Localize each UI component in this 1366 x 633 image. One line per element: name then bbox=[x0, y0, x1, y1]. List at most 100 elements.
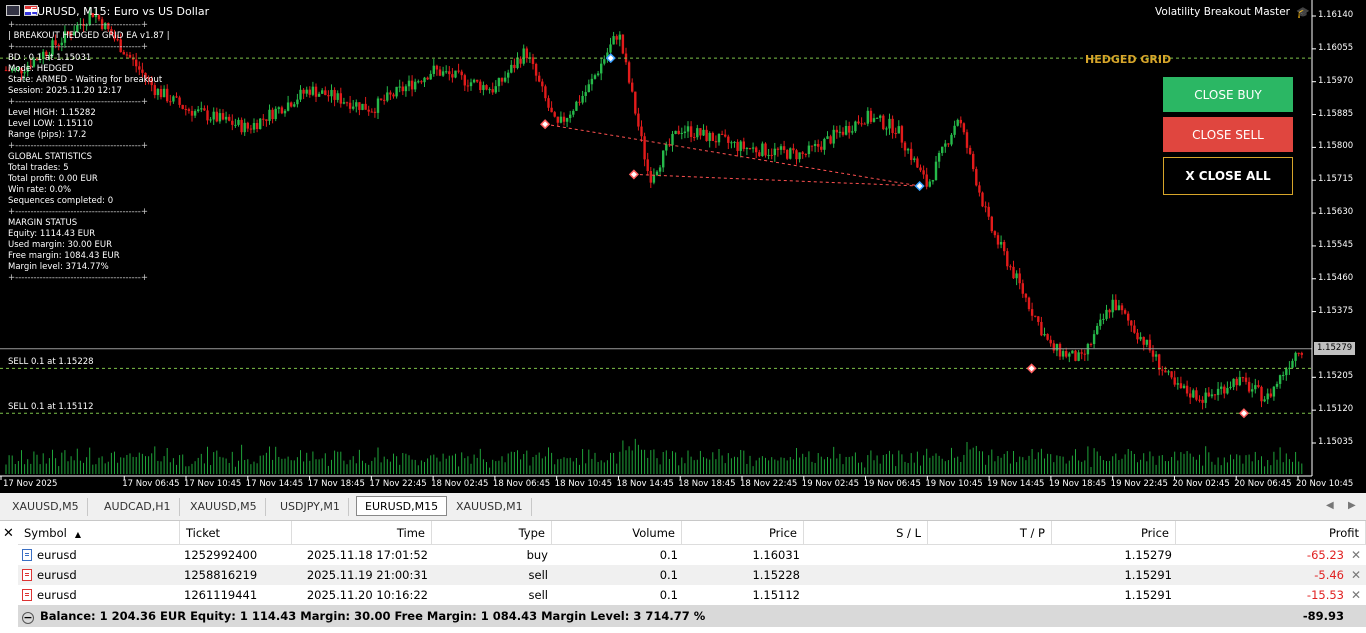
candle-body bbox=[1285, 368, 1288, 376]
candle-body bbox=[1247, 381, 1251, 392]
close-panel-icon[interactable]: ✕ bbox=[3, 526, 14, 541]
candle-body bbox=[389, 92, 392, 95]
cell-tp bbox=[928, 585, 1052, 605]
candle-body bbox=[466, 85, 470, 87]
price-tick-label: 1.16055 bbox=[1318, 42, 1354, 53]
panel-line: Used margin: 30.00 EUR bbox=[8, 240, 113, 250]
close-position-icon[interactable]: ✕ bbox=[1351, 545, 1361, 565]
candle-body bbox=[820, 146, 823, 150]
candle-body bbox=[950, 134, 953, 145]
collapse-icon[interactable]: − bbox=[22, 612, 34, 624]
candle-body bbox=[807, 145, 811, 155]
candle-body bbox=[516, 58, 519, 69]
cell-cur: 1.15291 bbox=[1052, 565, 1176, 585]
candle-body bbox=[383, 99, 386, 101]
candle-body bbox=[519, 58, 522, 64]
candle-body bbox=[401, 86, 404, 92]
close-buy-button[interactable]: CLOSE BUY bbox=[1163, 77, 1293, 112]
tab-xauusd-m5[interactable]: XAUUSD,M5 bbox=[4, 498, 88, 516]
candle-body bbox=[404, 86, 408, 92]
panel-line: Total trades: 5 bbox=[8, 163, 69, 173]
candle-body bbox=[479, 81, 482, 90]
column-header-ticket[interactable]: Ticket bbox=[180, 521, 292, 545]
time-tick-label: 19 Nov 18:45 bbox=[1048, 479, 1107, 489]
column-header-time[interactable]: Time bbox=[292, 521, 432, 545]
candle-body bbox=[410, 80, 414, 90]
close-position-icon[interactable]: ✕ bbox=[1351, 565, 1361, 585]
candle-body bbox=[875, 117, 879, 119]
table-row[interactable]: eurusd 1261119441 2025.11.20 10:16:22 sell 0… bbox=[18, 585, 1366, 605]
candle-body bbox=[1018, 273, 1021, 284]
candle-body bbox=[1158, 354, 1161, 370]
account-summary-text: Balance: 1 204.36 EUR Equity: 1 114.43 M… bbox=[40, 609, 706, 623]
candle-body bbox=[367, 109, 370, 112]
cell-symbol: eurusd bbox=[18, 545, 180, 565]
candle-body bbox=[333, 89, 336, 100]
table-row[interactable]: eurusd 1252992400 2025.11.18 17:01:52 buy 0.… bbox=[18, 545, 1366, 565]
close-all-button[interactable]: X CLOSE ALL bbox=[1163, 157, 1293, 195]
candle-body bbox=[491, 89, 494, 93]
tab-eurusd-m15[interactable]: EURUSD,M15 bbox=[356, 496, 448, 516]
candle-body bbox=[336, 93, 339, 100]
column-header-type[interactable]: Type bbox=[432, 521, 552, 545]
chart-menu-icon[interactable] bbox=[6, 5, 20, 16]
graduation-cap-icon: 🎓 bbox=[1296, 5, 1310, 19]
candle-body bbox=[674, 130, 677, 134]
tab-scroll-left-icon[interactable]: ◀ bbox=[1326, 500, 1334, 511]
price-tick-label: 1.16140 bbox=[1318, 10, 1354, 20]
candle-body bbox=[187, 109, 191, 111]
candle-body bbox=[863, 123, 866, 125]
candle-body bbox=[817, 143, 820, 147]
column-header-volume[interactable]: Volume bbox=[552, 521, 682, 545]
candle-body bbox=[522, 48, 525, 64]
candle-body bbox=[370, 111, 373, 113]
close-position-icon[interactable]: ✕ bbox=[1351, 585, 1361, 605]
cell-ticket: 1261119441 bbox=[180, 585, 292, 605]
table-row[interactable]: eurusd 1258816219 2025.11.19 21:00:31 sell 0… bbox=[18, 565, 1366, 585]
candle-body bbox=[1300, 353, 1303, 355]
candle-body bbox=[175, 96, 178, 98]
cell-text: 1.15112 bbox=[752, 588, 800, 602]
tab-xauusd-m1[interactable]: XAUUSD,M1 bbox=[448, 498, 532, 516]
time-tick-label: 17 Nov 18:45 bbox=[307, 479, 365, 489]
tab-audcad-h1[interactable]: AUDCAD,H1 bbox=[96, 498, 180, 516]
candle-body bbox=[234, 124, 237, 126]
candle-body bbox=[1009, 266, 1012, 268]
candle-body bbox=[683, 131, 687, 134]
column-header-sl[interactable]: S / L bbox=[804, 521, 928, 545]
candle-body bbox=[879, 115, 882, 118]
cell-profit: -15.53 bbox=[1176, 585, 1348, 605]
column-header-symbol[interactable]: Symbol ▲ bbox=[18, 521, 180, 545]
tab-xauusd-m5[interactable]: XAUUSD,M5 bbox=[182, 498, 266, 516]
price-chart[interactable] bbox=[0, 0, 1366, 493]
candle-body bbox=[296, 99, 299, 105]
column-header-text: Profit bbox=[1329, 526, 1359, 540]
column-header-price[interactable]: Price bbox=[682, 521, 804, 545]
candle-body bbox=[1114, 299, 1117, 311]
candle-body bbox=[869, 110, 873, 122]
price-tick-label: 1.15035 bbox=[1318, 437, 1354, 447]
candle-body bbox=[345, 102, 349, 104]
column-header-profit[interactable]: Profit bbox=[1176, 521, 1366, 545]
tab-scroll-right-icon[interactable]: ▶ bbox=[1348, 500, 1356, 511]
candle-body bbox=[1260, 386, 1263, 402]
cell-text: buy bbox=[526, 548, 548, 562]
candle-body bbox=[751, 147, 755, 149]
candle-body bbox=[206, 110, 209, 121]
candle-body bbox=[277, 107, 280, 109]
candle-body bbox=[373, 111, 377, 113]
candle-body bbox=[720, 133, 724, 135]
column-header-tp[interactable]: T / P bbox=[928, 521, 1052, 545]
candle-body bbox=[572, 110, 575, 115]
tab-usdjpy-m1[interactable]: USDJPY,M1 bbox=[272, 498, 349, 516]
candle-body bbox=[885, 128, 888, 130]
buy-order-icon bbox=[22, 549, 32, 561]
candle-body bbox=[193, 111, 197, 116]
panel-line: Free margin: 1084.43 EUR bbox=[8, 251, 120, 261]
candle-body bbox=[274, 108, 277, 120]
candle-body bbox=[1027, 297, 1031, 310]
chart-area[interactable]: EURUSD, M15: Euro vs US Dollar Volatilit… bbox=[0, 0, 1366, 493]
column-header-price[interactable]: Price bbox=[1052, 521, 1176, 545]
candle-body bbox=[1263, 399, 1266, 402]
close-sell-button[interactable]: CLOSE SELL bbox=[1163, 117, 1293, 152]
